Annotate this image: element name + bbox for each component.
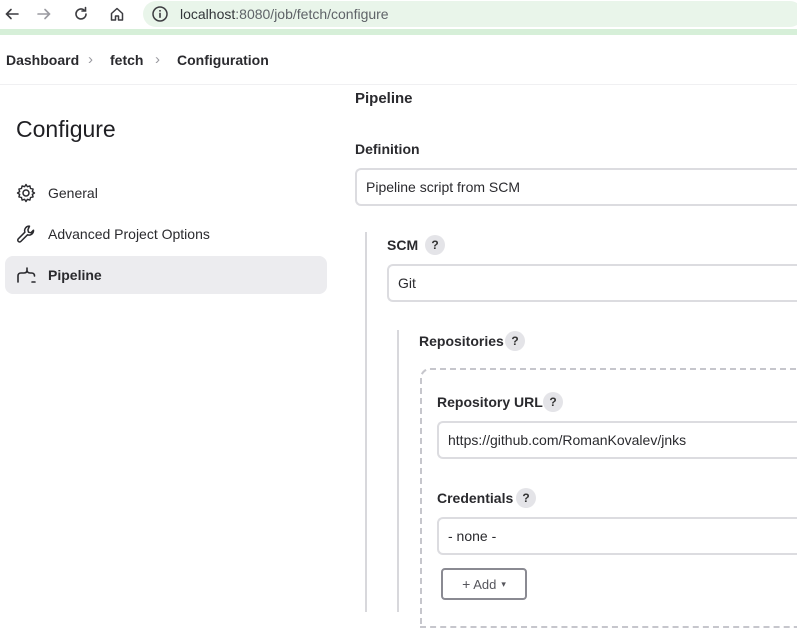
page-title: Configure	[16, 116, 116, 142]
breadcrumb-configuration[interactable]: Configuration	[177, 52, 269, 68]
reload-icon	[75, 6, 87, 20]
sidebar-item-advanced-project-options[interactable]: Advanced Project Options	[5, 215, 327, 253]
url-host: localhost	[180, 6, 236, 22]
sidebar-item-pipeline[interactable]: Pipeline	[5, 256, 327, 294]
scm-label: SCM	[387, 237, 419, 253]
forward-button[interactable]	[32, 3, 56, 25]
credentials-help-button[interactable]: ?	[516, 488, 536, 508]
sidebar-item-label: General	[48, 185, 98, 201]
home-icon	[110, 7, 124, 21]
definition-label: Definition	[355, 141, 420, 157]
credentials-select[interactable]: - none -	[437, 517, 797, 555]
nested-indent-line	[365, 232, 367, 612]
browser-toolbar: localhost:8080/job/fetch/configure	[0, 0, 797, 35]
repository-url-value: https://github.com/RomanKovalev/jnks	[448, 432, 687, 448]
arrow-right-icon	[37, 8, 51, 20]
repositories-help-button[interactable]: ?	[505, 331, 525, 351]
scm-value: Git	[398, 275, 416, 291]
sidebar-item-general[interactable]: General	[5, 174, 327, 212]
chevron-down-icon: ▾	[501, 578, 506, 589]
definition-select[interactable]: Pipeline script from SCM	[355, 168, 797, 206]
plus-icon: +	[462, 576, 471, 592]
sidebar-item-label: Advanced Project Options	[48, 226, 210, 242]
reload-button[interactable]	[69, 3, 93, 25]
arrow-left-icon	[5, 8, 19, 20]
url-path: :8080/job/fetch/configure	[235, 6, 389, 22]
url-text: localhost:8080/job/fetch/configure	[180, 6, 389, 22]
section-title-pipeline: Pipeline	[355, 90, 413, 107]
add-button-label: Add	[473, 576, 497, 592]
repository-url-help-button[interactable]: ?	[543, 392, 563, 412]
gear-icon	[15, 182, 37, 204]
address-bar[interactable]: localhost:8080/job/fetch/configure	[143, 1, 797, 27]
pipeline-icon	[15, 264, 37, 286]
breadcrumb-separator: ›	[155, 51, 160, 68]
credentials-label: Credentials	[437, 490, 514, 506]
definition-value: Pipeline script from SCM	[366, 179, 521, 195]
sidebar-item-label: Pipeline	[48, 267, 102, 283]
nested-indent-line	[397, 330, 399, 612]
back-button[interactable]	[0, 3, 24, 25]
breadcrumb-dashboard[interactable]: Dashboard	[6, 52, 79, 68]
repository-url-label: Repository URL	[437, 394, 543, 410]
credentials-value: - none -	[448, 528, 497, 544]
breadcrumb: Dashboard › fetch › Configuration	[0, 35, 797, 85]
scm-select[interactable]: Git	[387, 264, 797, 302]
breadcrumb-separator: ›	[88, 51, 93, 68]
home-button[interactable]	[105, 3, 129, 25]
breadcrumb-fetch[interactable]: fetch	[110, 52, 143, 68]
repositories-label: Repositories	[419, 333, 504, 349]
scm-help-button[interactable]: ?	[425, 235, 445, 255]
repository-url-input[interactable]: https://github.com/RomanKovalev/jnks	[437, 421, 797, 459]
info-icon[interactable]	[151, 5, 169, 23]
wrench-icon	[15, 223, 37, 245]
add-credentials-button[interactable]: + Add ▾	[441, 568, 527, 600]
